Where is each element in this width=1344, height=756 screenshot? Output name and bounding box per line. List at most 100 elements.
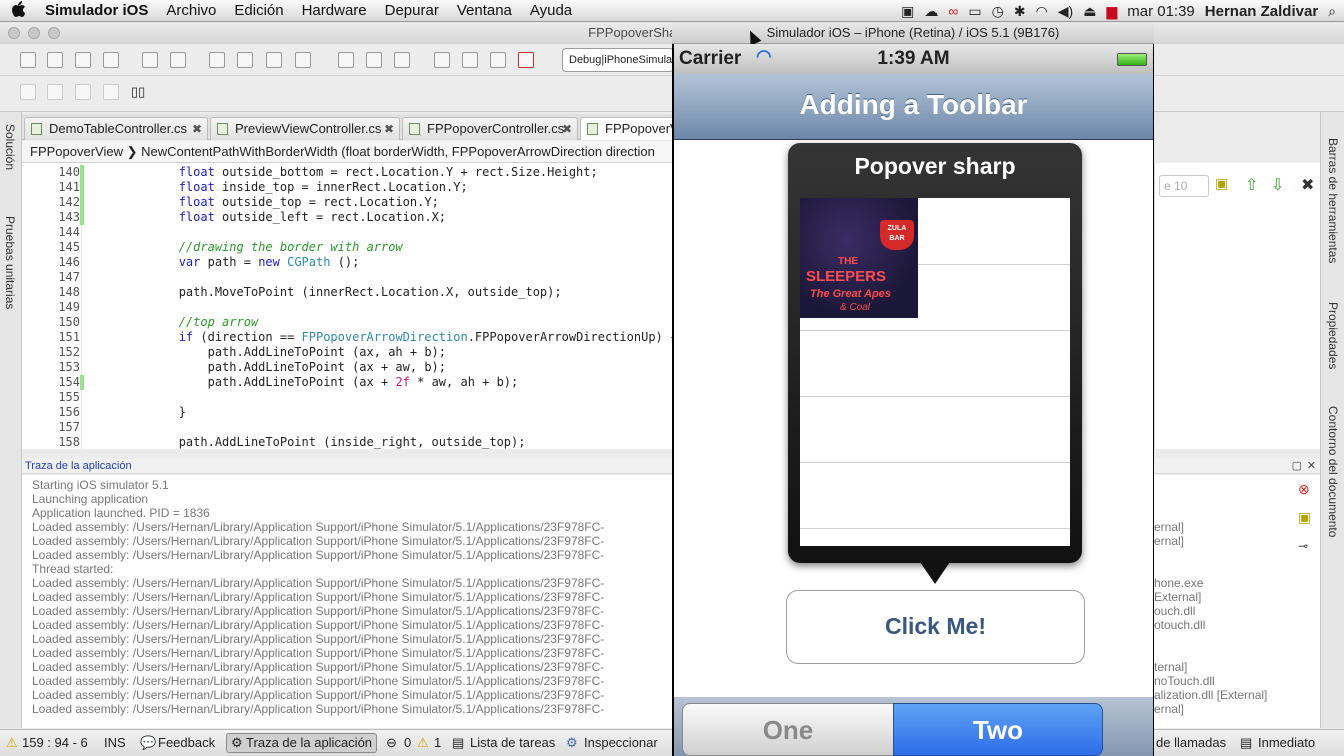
code-line[interactable]: float outside_left = rect.Location.X; (92, 210, 446, 224)
table-row[interactable] (800, 265, 1070, 331)
inspect-tab[interactable]: Inspeccionar (584, 735, 658, 750)
code-line[interactable]: path.AddLineToPoint (ax + 2f * aw, ah + … (92, 375, 519, 389)
wifi-icon[interactable]: ◠ (1036, 3, 1048, 20)
table-row[interactable] (800, 331, 1070, 397)
code-line[interactable]: path.MoveToPoint (innerRect.Location.X, … (92, 285, 562, 299)
pin-icon[interactable]: ⊸ (1298, 539, 1308, 553)
pad-propiedades[interactable]: Propiedades (1326, 302, 1340, 369)
menu-archivo[interactable]: Archivo (157, 2, 225, 19)
menu-edicion[interactable]: Edición (225, 2, 292, 19)
pad-solucion[interactable]: Solución (3, 124, 17, 170)
step-over-icon[interactable] (47, 84, 63, 100)
evernote-icon[interactable]: ▣ (901, 3, 914, 20)
menu-depurar[interactable]: Depurar (376, 2, 448, 19)
code-line[interactable]: path.AddLineToPoint (ax + aw, b); (92, 360, 446, 374)
app-menu[interactable]: Simulador iOS (36, 2, 157, 19)
volume-icon[interactable]: ◀) (1058, 3, 1073, 20)
pad-barras-herramientas[interactable]: Barras de herramientas (1326, 138, 1340, 263)
maximize-pad-icon[interactable]: ▢ (1292, 458, 1302, 474)
bluetooth-icon[interactable]: ✱ (1014, 3, 1026, 20)
replace-icon[interactable] (394, 52, 410, 68)
search-up-icon[interactable]: ⇧ (1245, 175, 1258, 195)
close-window-button[interactable] (8, 27, 20, 39)
application-output-tab[interactable]: ⚙ Traza de la aplicación (226, 733, 378, 753)
infinity-icon[interactable]: ∞ (948, 3, 958, 19)
user-name[interactable]: Hernan Zaldivar (1205, 3, 1318, 20)
tab-preview-view-controller[interactable]: PreviewViewController.cs ✖ (210, 117, 400, 140)
bookmark-toggle-icon[interactable] (434, 52, 450, 68)
configuration-selector[interactable]: Debug|iPhoneSimulat (562, 48, 674, 72)
code-line[interactable]: path.AddLineToPoint (ax, ah + b); (92, 345, 446, 359)
copy-icon[interactable] (237, 52, 253, 68)
segment-one[interactable]: One (682, 703, 894, 756)
clock[interactable]: mar 01:39 (1127, 3, 1195, 20)
immediate-tab[interactable]: Inmediato (1258, 735, 1315, 750)
new-file-icon[interactable] (20, 52, 36, 68)
cut-icon[interactable] (209, 52, 225, 68)
save-all-icon[interactable] (103, 52, 119, 68)
apple-menu-icon[interactable] (0, 0, 36, 22)
tab-demo-table-controller[interactable]: DemoTableController.cs ✖ (24, 117, 208, 140)
code-line[interactable]: if (direction == FPPopoverArrowDirection… (92, 330, 674, 344)
find-icon[interactable] (338, 52, 354, 68)
tab-fppopover-view[interactable]: FPPopoverVi (580, 117, 674, 140)
time-machine-icon[interactable]: ◷ (992, 3, 1004, 20)
display-icon[interactable]: ▭ (968, 3, 981, 20)
pause-icon[interactable]: ▯▯ (131, 84, 147, 100)
spotlight-search-icon[interactable]: ⌕ (1328, 3, 1336, 20)
errors-count[interactable]: 0 (404, 735, 411, 750)
step-out-icon[interactable] (103, 84, 119, 100)
menu-ayuda[interactable]: Ayuda (521, 2, 581, 19)
lock-scroll-icon[interactable]: ▣ (1298, 509, 1311, 526)
search-input[interactable]: e 10 (1159, 175, 1209, 197)
bookmark-prev-icon[interactable] (462, 52, 478, 68)
table-row[interactable] (800, 397, 1070, 463)
segment-two[interactable]: Two (893, 703, 1103, 756)
tab-fppopover-controller[interactable]: FPPopoverController.cs ✖ (402, 117, 578, 140)
undo-icon[interactable] (142, 52, 158, 68)
warnings-count[interactable]: 1 (434, 735, 441, 750)
code-line[interactable]: float outside_top = rect.Location.Y; (92, 195, 439, 209)
save-icon[interactable] (75, 52, 91, 68)
code-line[interactable]: path.AddLineToPoint (inside_right, outsi… (92, 435, 526, 449)
breadcrumb-class[interactable]: FPPopoverView (22, 144, 123, 159)
call-stack-tab[interactable]: de llamadas (1156, 735, 1226, 750)
close-search-icon[interactable]: ✖ (1301, 175, 1314, 195)
redo-icon[interactable] (170, 52, 186, 68)
close-tab-icon[interactable]: ✖ (192, 118, 202, 140)
search-down-icon[interactable]: ⇩ (1271, 175, 1284, 195)
open-folder-icon[interactable] (47, 52, 63, 68)
popover-table[interactable]: ZULA BAR THE SLEEPERS The Great Apes & Co… (800, 198, 1070, 546)
minimize-window-button[interactable] (28, 27, 40, 39)
code-line[interactable]: var path = new CGPath (); (92, 255, 360, 269)
task-list-tab[interactable]: Lista de tareas (470, 735, 555, 750)
zoom-window-button[interactable] (48, 27, 60, 39)
code-line[interactable]: float inside_top = innerRect.Location.Y; (92, 180, 468, 194)
cloud-icon[interactable]: ☁ (924, 3, 938, 20)
table-row[interactable]: ZULA BAR THE SLEEPERS The Great Apes & Co… (800, 198, 1070, 318)
stop-icon[interactable]: ⊗ (1298, 481, 1310, 498)
close-tab-icon[interactable]: ✖ (562, 118, 572, 140)
menu-hardware[interactable]: Hardware (293, 2, 376, 19)
menu-ventana[interactable]: Ventana (448, 2, 521, 19)
feedback-button[interactable]: Feedback (158, 735, 215, 750)
breadcrumb-method[interactable]: NewContentPathWithBorderWidth (float bor… (141, 144, 655, 159)
click-me-button[interactable]: Click Me! (786, 590, 1085, 664)
bookmark-next-icon[interactable] (490, 52, 506, 68)
output-pad-title[interactable]: Traza de la aplicación (25, 460, 132, 472)
step-into-icon[interactable] (75, 84, 91, 100)
close-pad-icon[interactable]: ✕ (1307, 458, 1316, 474)
bookmark-clear-icon[interactable] (518, 52, 534, 68)
close-tab-icon[interactable]: ✖ (384, 118, 394, 140)
eject-icon[interactable]: ⏏ (1083, 3, 1096, 20)
code-line[interactable]: //drawing the border with arrow (92, 240, 403, 254)
flag-icon[interactable]: ▆ (1106, 3, 1117, 20)
pad-contorno-documento[interactable]: Contorno del documento (1326, 406, 1340, 537)
delete-icon[interactable] (295, 52, 311, 68)
code-line[interactable]: float outside_bottom = rect.Location.Y +… (92, 165, 598, 179)
paste-icon[interactable] (266, 52, 282, 68)
code-line[interactable]: //top arrow (92, 315, 258, 329)
code-line[interactable]: } (92, 405, 186, 419)
binoculars-icon[interactable] (366, 52, 382, 68)
code-editor[interactable]: 140 float outside_bottom = rect.Location… (22, 163, 674, 449)
